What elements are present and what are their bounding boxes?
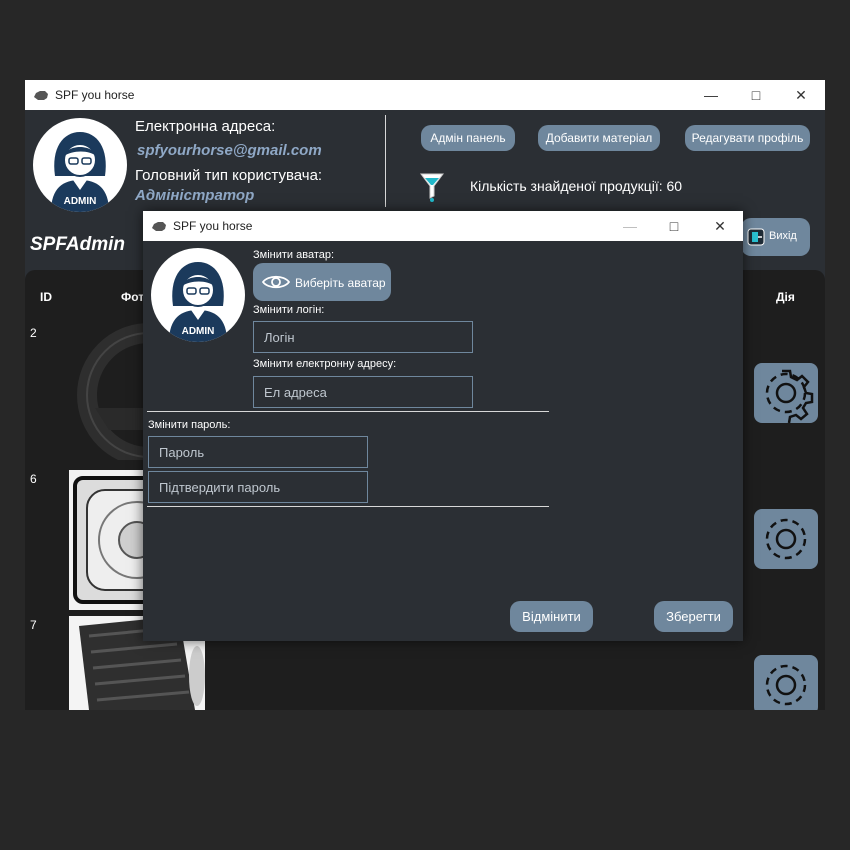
row-id: 7 [30,618,37,632]
change-password-label: Змінити пароль: [148,419,231,431]
exit-label: Вихід [769,230,797,242]
main-titlebar[interactable]: SPF you horse — □ ✕ [25,80,825,110]
dialog-maximize-button[interactable]: □ [651,211,697,241]
column-header-action: Дія [776,290,795,304]
user-type-value: Адміністратор [135,187,255,204]
dialog-avatar: ADMIN [151,248,245,342]
dialog-title: SPF you horse [173,219,253,233]
filter-icon [420,173,444,202]
row-id: 6 [30,472,37,486]
dialog-minimize-button[interactable]: — [607,211,653,241]
column-header-photo: Фот [121,290,145,304]
avatar: ADMIN [33,118,127,212]
dialog-close-button[interactable]: ✕ [697,211,743,241]
column-header-id: ID [40,290,52,304]
eye-icon [262,275,290,289]
horse-icon [152,222,166,231]
products-found-count: Кількість знайденої продукції: 60 [470,178,683,194]
edit-profile-dialog: SPF you horse — □ ✕ ADMIN Змінити аватар… [143,211,743,641]
dialog-titlebar[interactable]: SPF you horse — □ ✕ [143,211,743,241]
cancel-button[interactable]: Відмінити [510,601,593,632]
exit-button[interactable]: Вихід [741,218,810,256]
login-input[interactable] [253,321,473,353]
change-login-label: Змінити логін: [253,304,325,316]
edit-profile-button[interactable]: Редагувати профіль [685,125,810,151]
close-button[interactable]: ✕ [778,80,824,110]
avatar-label: ADMIN [63,196,97,207]
confirm-password-input[interactable] [148,471,368,503]
password-input[interactable] [148,436,368,468]
exit-icon [747,228,765,246]
username: SPFAdmin [30,234,126,255]
window-title: SPF you horse [55,88,135,102]
row-id: 2 [30,326,37,340]
save-button[interactable]: Зберегти [654,601,733,632]
choose-avatar-label: Виберіть аватар [295,276,386,290]
admin-panel-button[interactable]: Адмін панель [421,125,515,151]
choose-avatar-button[interactable]: Виберіть аватар [253,263,391,301]
section-divider [147,506,549,507]
avatar-label: ADMIN [181,326,215,337]
add-material-button[interactable]: Добавити матеріал [538,125,660,151]
horse-icon [34,91,48,100]
change-avatar-label: Змінити аватар: [253,249,335,261]
gear-icon [765,664,807,706]
email-label: Електронна адреса: [135,118,276,135]
edit-product-button[interactable] [754,363,818,424]
edit-product-button[interactable] [754,509,818,569]
user-type-label: Головний тип користувача: [135,167,323,184]
minimize-button[interactable]: — [688,80,734,110]
change-email-label: Змінити електронну адресу: [253,358,397,370]
email-value: spfyourhorse@gmail.com [137,142,322,159]
maximize-button[interactable]: □ [733,80,779,110]
header-divider [385,115,386,207]
gear-icon [765,518,807,560]
email-input[interactable] [253,376,473,408]
gear-icon [765,369,814,424]
edit-product-button[interactable] [754,655,818,710]
section-divider [147,411,549,412]
